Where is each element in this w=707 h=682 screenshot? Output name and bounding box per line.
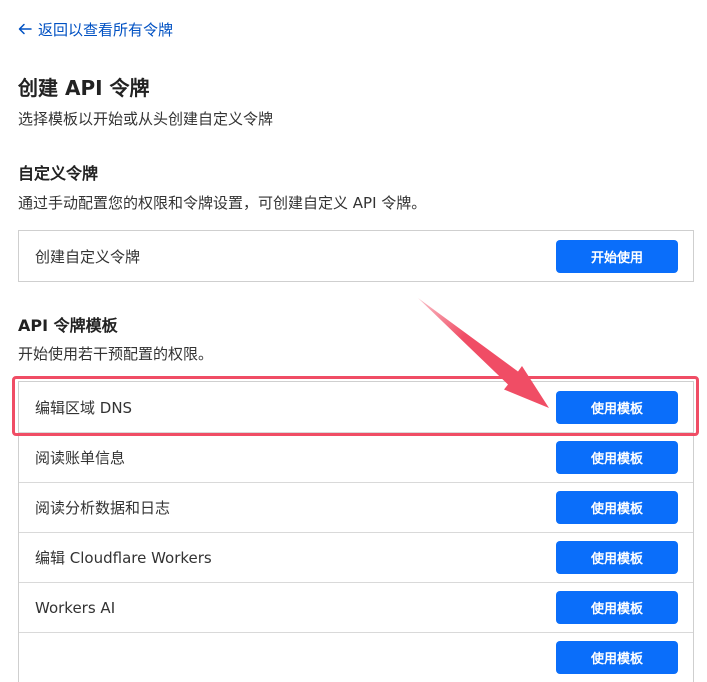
templates-list: 编辑区域 DNS 使用模板 阅读账单信息 使用模板 阅读分析数据和日志 使用模板… [18,381,694,682]
arrow-left-icon [18,23,32,35]
template-label: 编辑 Cloudflare Workers [35,549,212,567]
template-row-partial: 使用模板 [19,632,693,682]
get-started-button[interactable]: 开始使用 [556,239,678,273]
use-template-button-workers-ai[interactable]: 使用模板 [556,591,678,624]
template-label: 阅读分析数据和日志 [35,499,171,517]
templates-section-description: 开始使用若干预配置的权限。 [18,345,214,363]
templates-section-title: API 令牌模板 [18,316,118,335]
page-subtitle: 选择模板以开始或从头创建自定义令牌 [18,110,274,128]
template-row-edit-zone-dns: 编辑区域 DNS 使用模板 [19,382,693,432]
back-link-label: 返回以查看所有令牌 [38,20,174,39]
use-template-button-read-billing[interactable]: 使用模板 [556,441,678,474]
template-label: 编辑区域 DNS [35,398,133,417]
use-template-button-read-analytics-logs[interactable]: 使用模板 [556,491,678,524]
template-row-workers-ai: Workers AI 使用模板 [19,582,693,632]
use-template-button-partial[interactable]: 使用模板 [556,641,678,674]
back-to-tokens-link[interactable]: 返回以查看所有令牌 [18,18,173,40]
custom-token-section-title: 自定义令牌 [18,164,99,183]
page-title: 创建 API 令牌 [18,76,150,100]
template-row-read-billing: 阅读账单信息 使用模板 [19,432,693,482]
custom-token-card: 创建自定义令牌 开始使用 [18,230,694,282]
template-label: 阅读账单信息 [35,449,126,467]
custom-token-row-label: 创建自定义令牌 [35,247,141,266]
template-row-edit-workers: 编辑 Cloudflare Workers 使用模板 [19,532,693,582]
custom-token-section-description: 通过手动配置您的权限和令牌设置，可创建自定义 API 令牌。 [18,194,427,212]
template-label: Workers AI [35,598,116,617]
use-template-button-edit-zone-dns[interactable]: 使用模板 [556,390,678,424]
use-template-button-edit-workers[interactable]: 使用模板 [556,541,678,574]
template-row-read-analytics-logs: 阅读分析数据和日志 使用模板 [19,482,693,532]
custom-token-row: 创建自定义令牌 开始使用 [19,231,693,281]
